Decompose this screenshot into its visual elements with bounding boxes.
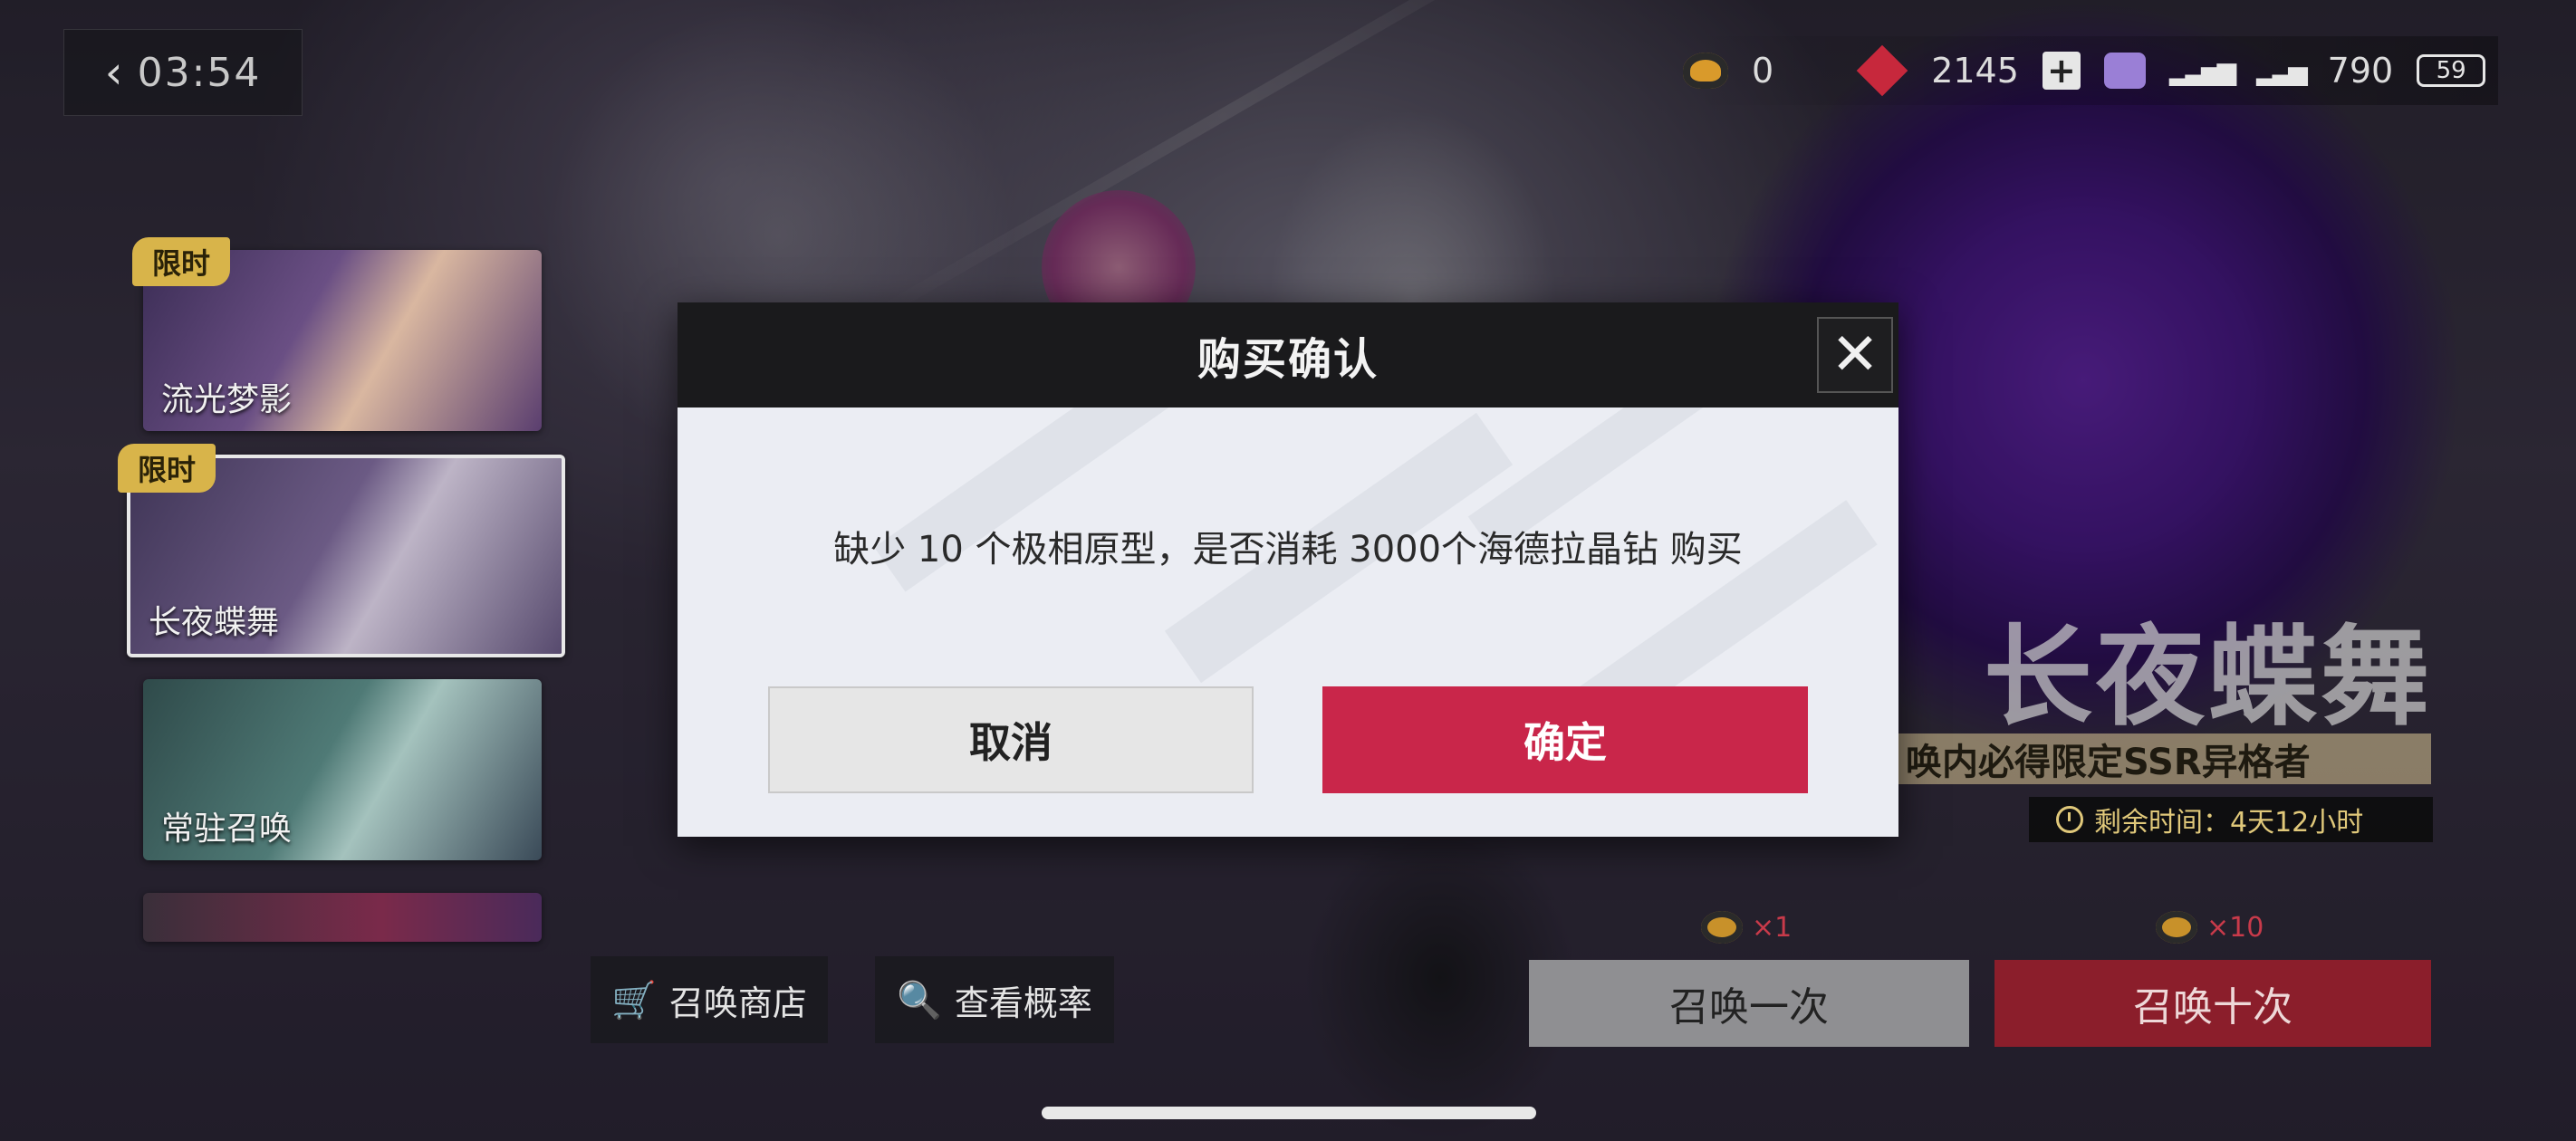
banner-label: 长夜蝶舞 [149,604,280,641]
dialog-title: 购买确认 [1197,334,1379,385]
signal-icon: ▂▃▅▆ [2168,55,2236,86]
back-button[interactable]: ‹ 03:54 [63,29,303,116]
back-arrow-icon: ‹ [104,46,125,99]
summon-ten-label: 召唤十次 [2133,984,2292,1031]
battery-level: 59 [2436,57,2466,84]
confirm-button[interactable]: 确定 [1322,686,1808,793]
view-rates-button[interactable]: 🔍 查看概率 [875,956,1114,1043]
summon-once-button[interactable]: 召唤一次 [1529,960,1969,1047]
time-left-text: 剩余时间：4天12小时 [2094,807,2364,839]
banner-standard[interactable]: 常驻召唤 [143,679,542,860]
cart-icon: 🛒 [611,979,657,1021]
limited-badge: 限时 [118,444,216,493]
clock-time: 03:54 [137,49,262,96]
battery-icon: 59 [2417,54,2486,87]
banner-partial[interactable] [143,893,542,942]
cost-once: ×1 [1701,911,1792,944]
currency-bar: 0 2145 + ▂▃▅▆ ▂▃▅ 790 59 [1683,36,2498,105]
home-indicator[interactable] [1042,1107,1536,1119]
cancel-button[interactable]: 取消 [768,686,1254,793]
close-button[interactable]: ✕ [1817,317,1893,393]
summon-ticket-icon [1683,53,1728,89]
limited-badge: 限时 [132,237,231,286]
summon-shop-label: 召唤商店 [668,983,807,1023]
purchase-confirm-dialog: 购买确认 ✕ 缺少 10 个极相原型，是否消耗 3000个海德拉晶钻 购买 取消… [678,302,1898,837]
summon-shop-button[interactable]: 🛒 召唤商店 [591,956,828,1043]
dialog-message: 缺少 10 个极相原型，是否消耗 3000个海德拉晶钻 购买 [833,529,1743,570]
view-rates-label: 查看概率 [954,983,1092,1023]
cost-once-value: ×1 [1752,911,1793,944]
signal-icon-2: ▂▃▅ [2256,55,2308,86]
summon-ticket-icon [1701,911,1743,944]
crystal-icon [2103,53,2146,89]
banner-label: 常驻召唤 [161,810,293,848]
cost-ten: ×10 [2156,911,2264,944]
dialog-header: 购买确认 ✕ [678,302,1898,408]
cancel-label: 取消 [969,718,1053,767]
ticket-count: 0 [1752,51,1774,91]
search-icon: 🔍 [897,979,942,1021]
gem-icon [1856,44,1908,97]
gem-count: 2145 [1931,51,2019,91]
guarantee-text: 唤内必得限定SSR异格者 [1898,734,2431,784]
featured-title: 长夜蝶舞 [1984,615,2433,741]
clock-icon [2056,806,2083,833]
confirm-label: 确定 [1523,718,1607,767]
banner-label: 流光梦影 [161,381,293,418]
crystal-count: 790 [2327,51,2394,91]
add-gems-button[interactable]: + [2042,51,2081,91]
close-icon: ✕ [1831,321,1879,388]
cost-ten-value: ×10 [2206,911,2264,944]
time-left-badge: 剩余时间：4天12小时 [2029,797,2433,842]
summon-ten-button[interactable]: 召唤十次 [1994,960,2431,1047]
summon-once-label: 召唤一次 [1669,984,1829,1031]
banner-art [143,893,542,942]
summon-ticket-icon [2156,911,2197,944]
